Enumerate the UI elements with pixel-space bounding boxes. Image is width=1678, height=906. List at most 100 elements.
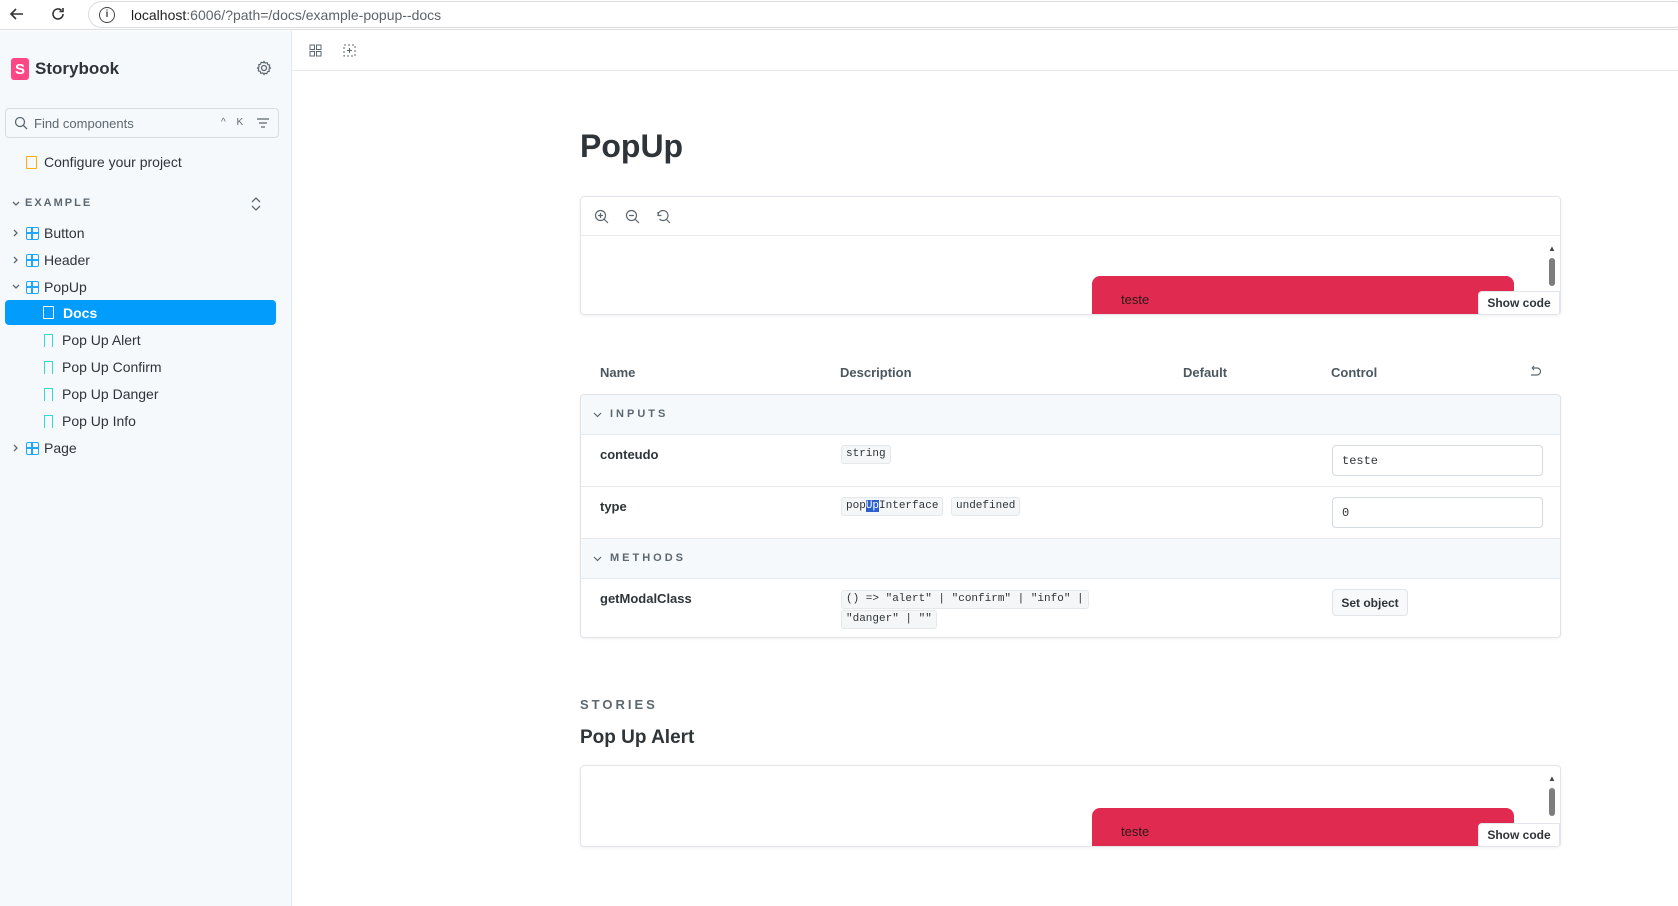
chevron-down-icon bbox=[12, 284, 20, 289]
arg-name: type bbox=[600, 499, 627, 514]
type-chip: string bbox=[841, 445, 891, 464]
chevron-right-icon bbox=[13, 229, 18, 237]
type-chip: popUpInterface bbox=[841, 497, 944, 516]
sidebar-item-header[interactable]: Header bbox=[0, 247, 280, 273]
scrollbar[interactable]: ▲ bbox=[1548, 244, 1556, 289]
bookmark-icon bbox=[44, 361, 53, 374]
column-header-default: Default bbox=[1183, 365, 1228, 380]
brand-name: Storybook bbox=[35, 59, 120, 78]
address-bar[interactable]: i localhost:6006/?path=/docs/example-pop… bbox=[88, 1, 1678, 28]
sidebar-item-pop-up-alert[interactable]: Pop Up Alert bbox=[0, 327, 280, 353]
set-object-button[interactable]: Set object bbox=[1332, 589, 1408, 616]
show-code-button[interactable]: Show code bbox=[1478, 291, 1560, 314]
story-title: Pop Up Alert bbox=[580, 727, 695, 748]
sidebar-item-label: Docs bbox=[63, 305, 98, 321]
bookmark-icon bbox=[44, 388, 53, 401]
signature-chip: () => "alert" | "confirm" | "info" | bbox=[841, 590, 1089, 609]
chevron-down-icon bbox=[593, 556, 602, 562]
show-code-button[interactable]: Show code bbox=[1478, 823, 1560, 846]
bookmark-icon bbox=[44, 334, 53, 347]
group-label: INPUTS bbox=[610, 408, 669, 420]
sidebar-item-pop-up-danger[interactable]: Pop Up Danger bbox=[0, 381, 280, 407]
scroll-thumb[interactable] bbox=[1549, 258, 1555, 286]
group-row-inputs[interactable]: INPUTS bbox=[581, 395, 1560, 435]
scrollbar[interactable]: ▲ bbox=[1548, 774, 1556, 819]
group-label: METHODS bbox=[610, 552, 686, 564]
grid-icon[interactable] bbox=[309, 44, 322, 57]
component-icon bbox=[26, 227, 39, 240]
sidebar-item-label: PopUp bbox=[44, 279, 87, 295]
args-table: INPUTS conteudo string type popUpInterfa… bbox=[580, 394, 1561, 638]
story-canvas-pop-up-alert: teste ▲ Show code bbox=[580, 765, 1561, 847]
document-icon bbox=[26, 156, 37, 169]
gear-icon[interactable] bbox=[255, 59, 273, 77]
scroll-up-icon[interactable]: ▲ bbox=[1548, 774, 1556, 783]
column-header-control: Control bbox=[1331, 365, 1378, 380]
zoom-in-icon[interactable] bbox=[594, 209, 609, 224]
browser-toolbar: i localhost:6006/?path=/docs/example-pop… bbox=[0, 0, 1678, 30]
reset-controls-icon[interactable] bbox=[1528, 365, 1542, 379]
type-chip: undefined bbox=[951, 497, 1021, 516]
main-toolbar bbox=[293, 31, 1678, 71]
filter-icon[interactable] bbox=[256, 116, 270, 130]
zoom-out-icon[interactable] bbox=[625, 209, 640, 224]
sidebar-item-label: Page bbox=[44, 440, 77, 456]
brand[interactable]: S Storybook bbox=[11, 58, 119, 80]
back-icon[interactable] bbox=[6, 3, 28, 25]
storybook-logo-icon: S bbox=[11, 58, 29, 80]
popup-text: teste bbox=[1121, 824, 1150, 839]
sidebar-item-popup[interactable]: PopUp bbox=[0, 274, 280, 300]
sidebar-item-configure[interactable]: Configure your project bbox=[0, 149, 280, 175]
chevron-right-icon bbox=[13, 256, 18, 264]
popup-preview: teste bbox=[1092, 276, 1514, 314]
scroll-up-icon[interactable]: ▲ bbox=[1548, 244, 1556, 253]
table-row: conteudo string bbox=[581, 435, 1560, 487]
signature-chip: "danger" | "" bbox=[841, 610, 937, 629]
popup-preview: teste bbox=[1092, 808, 1514, 846]
sidebar-item-button[interactable]: Button bbox=[0, 220, 280, 246]
sidebar-item-docs[interactable]: Docs bbox=[5, 300, 276, 325]
component-icon bbox=[26, 254, 39, 267]
arg-name: conteudo bbox=[600, 447, 659, 462]
chevron-down-icon bbox=[593, 412, 602, 418]
sidebar-item-page[interactable]: Page bbox=[0, 435, 280, 461]
scroll-thumb[interactable] bbox=[1549, 788, 1555, 816]
chevron-right-icon bbox=[13, 444, 18, 452]
popup-text: teste bbox=[1121, 292, 1150, 307]
document-icon bbox=[43, 306, 54, 319]
type-input[interactable] bbox=[1332, 497, 1543, 528]
outline-icon[interactable] bbox=[343, 44, 356, 57]
sidebar-item-label: Configure your project bbox=[44, 154, 182, 170]
sidebar-item-label: Header bbox=[44, 252, 90, 268]
expand-collapse-icon[interactable] bbox=[250, 196, 262, 212]
search-box[interactable]: ^ K bbox=[5, 108, 279, 138]
sidebar-item-pop-up-confirm[interactable]: Pop Up Confirm bbox=[0, 354, 280, 380]
bookmark-icon bbox=[44, 415, 53, 428]
zoom-reset-icon[interactable] bbox=[656, 209, 671, 224]
stories-heading: STORIES bbox=[580, 697, 658, 712]
chevron-down-icon[interactable] bbox=[11, 199, 21, 209]
reload-icon[interactable] bbox=[47, 3, 69, 25]
table-row: type popUpInterface undefined bbox=[581, 487, 1560, 539]
component-icon bbox=[26, 442, 39, 455]
site-info-icon[interactable]: i bbox=[99, 6, 115, 23]
sidebar-item-pop-up-info[interactable]: Pop Up Info bbox=[0, 408, 280, 434]
search-icon bbox=[14, 116, 28, 130]
arg-name: getModalClass bbox=[600, 591, 692, 606]
story-canvas: teste ▲ Show code bbox=[580, 196, 1561, 315]
conteudo-input[interactable] bbox=[1332, 445, 1543, 476]
sidebar-item-label: Pop Up Info bbox=[62, 413, 136, 429]
column-header-name: Name bbox=[600, 365, 636, 380]
group-row-methods[interactable]: METHODS bbox=[581, 539, 1560, 579]
url-text: localhost:6006/?path=/docs/example-popup… bbox=[131, 6, 442, 23]
sidebar-item-label: Button bbox=[44, 225, 85, 241]
page-title: PopUp bbox=[580, 128, 684, 164]
sidebar-item-label: Pop Up Danger bbox=[62, 386, 159, 402]
column-header-description: Description bbox=[840, 365, 912, 380]
sidebar-item-label: Pop Up Alert bbox=[62, 332, 141, 348]
table-row: getModalClass () => "alert" | "confirm" … bbox=[581, 579, 1560, 637]
sidebar-item-label: Pop Up Confirm bbox=[62, 359, 162, 375]
search-input[interactable] bbox=[34, 115, 214, 131]
sidebar-section-title[interactable]: EXAMPLE bbox=[25, 197, 92, 209]
shortcut-hint: ^ K bbox=[221, 117, 248, 128]
